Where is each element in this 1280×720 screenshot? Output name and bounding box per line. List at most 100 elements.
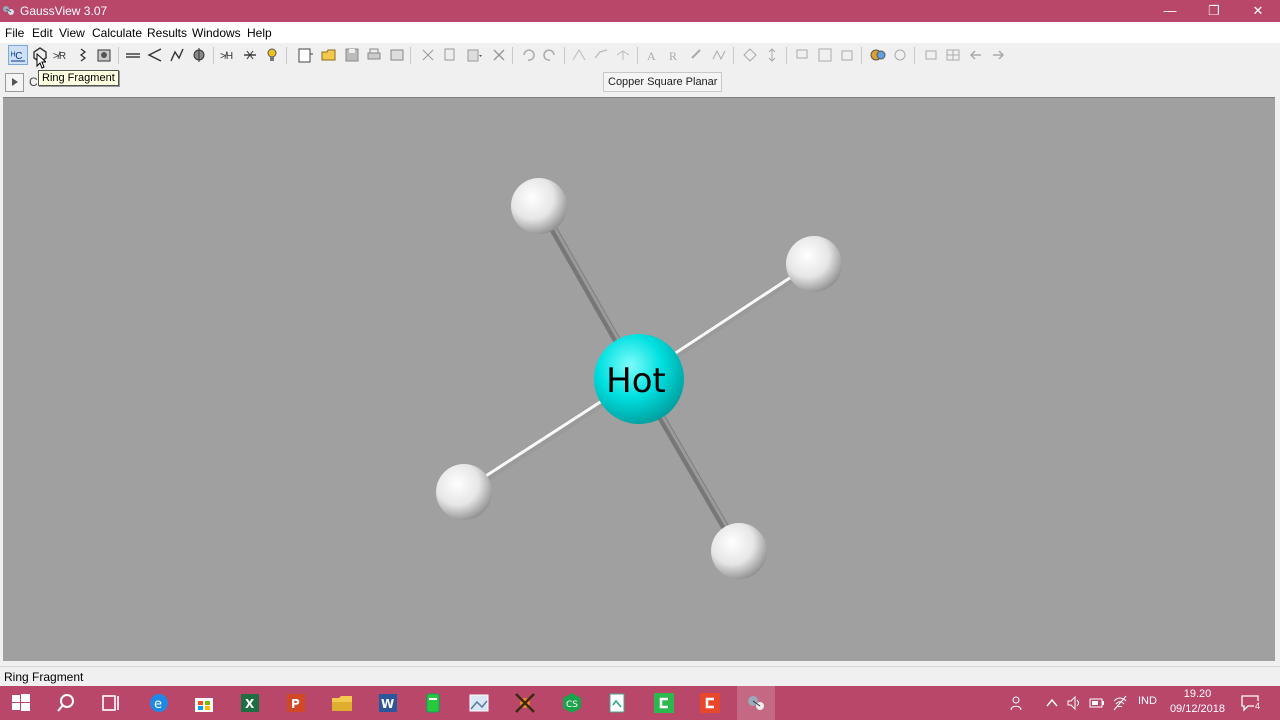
ligand-atom-lower-left[interactable] [436,464,492,520]
symmetrize-icon[interactable] [592,46,610,64]
link-icon[interactable] [688,46,706,64]
r-icon[interactable]: R [666,46,684,64]
photos-app-icon[interactable] [467,691,491,715]
menu-bar: File Edit View Calculate Results Windows… [0,22,1280,43]
close-button[interactable]: ✕ [1236,0,1280,22]
file-explorer-icon[interactable] [330,691,354,715]
window-arrange-icon[interactable] [838,46,856,64]
save-icon[interactable] [343,46,361,64]
cut-icon[interactable] [419,46,437,64]
rebond-icon[interactable] [614,46,632,64]
svg-text:ᴴC: ᴴC [11,51,23,62]
toolbar-separator [286,47,287,64]
print-icon[interactable] [365,46,383,64]
window-tile-icon[interactable] [816,46,834,64]
undo-icon[interactable] [519,46,537,64]
modify-bond-icon[interactable] [124,46,142,64]
orbitals-icon[interactable] [869,46,887,64]
delete-atom-icon[interactable] [241,46,259,64]
toolbar-separator [861,47,862,64]
notepad-app-icon[interactable] [605,691,629,715]
orange-app-icon[interactable] [513,691,537,715]
green-app-icon[interactable] [421,691,445,715]
menu-help[interactable]: Help [247,26,272,40]
r-group-fragment-icon[interactable]: ≯R [52,46,70,64]
molecule-viewport[interactable]: Hot [3,97,1275,661]
toolbar-separator [512,47,513,64]
camtasia-red-icon[interactable] [698,691,722,715]
input-language[interactable]: IND [1138,695,1157,707]
gaussview-taskbar-icon[interactable] [737,686,775,720]
diamond-icon[interactable] [741,46,759,64]
task-view-icon[interactable] [99,691,123,715]
current-fragment-display[interactable]: Copper Square Planar [603,72,723,92]
play-icon[interactable] [5,73,24,92]
menu-view[interactable]: View [59,26,85,40]
status-text: Ring Fragment [4,670,84,684]
chemoffice-app-icon[interactable]: CS [560,691,584,715]
open-folder-icon[interactable] [320,46,338,64]
powerpoint-icon[interactable]: P [284,691,308,715]
mirror-icon[interactable] [570,46,588,64]
vertical-arrows-icon[interactable] [763,46,781,64]
toolbar-separator [733,47,734,64]
ligand-atom-upper-left[interactable] [511,178,567,234]
central-atom-label: Hot [606,361,666,401]
menu-windows[interactable]: Windows [192,26,241,40]
inquire-icon[interactable] [190,46,208,64]
gaussview-app-icon[interactable] [2,4,15,17]
custom-fragment-icon[interactable] [95,46,113,64]
modify-dihedral-icon[interactable] [168,46,186,64]
spectra-icon[interactable] [710,46,728,64]
volume-icon[interactable] [1066,695,1082,711]
menu-file[interactable]: File [5,26,24,40]
modify-angle-icon[interactable] [146,46,164,64]
back-arrow-icon[interactable] [967,46,985,64]
new-window-icon[interactable] [922,46,940,64]
svg-text:P: P [291,697,300,711]
biological-fragment-icon[interactable] [74,46,92,64]
menu-calculate[interactable]: Calculate [92,26,142,40]
restore-button[interactable]: ❐ [1192,0,1236,22]
minimize-button[interactable]: — [1148,0,1192,22]
svg-text:≯R: ≯R [53,50,66,62]
mouse-cursor-icon [36,53,46,69]
add-valence-icon[interactable]: ≯H [219,46,237,64]
window-cascade-icon[interactable] [794,46,812,64]
delete-icon[interactable] [490,46,508,64]
surfaces-icon[interactable] [891,46,909,64]
grid-icon[interactable] [944,46,962,64]
element-fragment-icon[interactable]: ᴴC [8,45,28,65]
edge-browser-icon[interactable]: e [147,691,171,715]
title-bar: GaussView 3.07 — ❐ ✕ [0,0,1280,22]
print-preview-icon[interactable] [388,46,406,64]
battery-icon[interactable] [1089,695,1105,711]
atom-list-icon[interactable]: A [644,46,662,64]
show-hidden-icons-chevron[interactable] [1045,696,1059,710]
new-file-icon[interactable] [296,46,314,64]
windows-start-icon[interactable] [9,691,33,715]
molecule-canvas[interactable]: Hot [3,98,1275,661]
search-icon[interactable] [54,691,78,715]
redo-icon[interactable] [541,46,559,64]
excel-icon[interactable]: X [238,691,262,715]
store-icon[interactable] [192,691,216,715]
people-icon[interactable] [1010,695,1026,711]
copy-icon[interactable] [441,46,459,64]
ligand-atom-lower-right[interactable] [711,523,767,579]
paste-icon[interactable] [465,46,483,64]
wifi-icon[interactable] [1112,695,1128,711]
ligand-atom-upper-right[interactable] [786,236,842,292]
word-icon[interactable]: W [376,691,400,715]
window-title: GaussView 3.07 [20,4,108,18]
camtasia-green-icon[interactable] [652,691,676,715]
ring-fragment-tooltip: Ring Fragment [38,70,119,86]
help-bulb-icon[interactable] [263,46,281,64]
menu-edit[interactable]: Edit [32,26,53,40]
menu-results[interactable]: Results [147,26,187,40]
forward-arrow-icon[interactable] [989,46,1007,64]
toolbar-separator [637,47,638,64]
system-clock[interactable]: 19.20 09/12/2018 [1170,687,1225,717]
toolbar-separator [213,47,214,64]
toolbar-separator [118,47,119,64]
